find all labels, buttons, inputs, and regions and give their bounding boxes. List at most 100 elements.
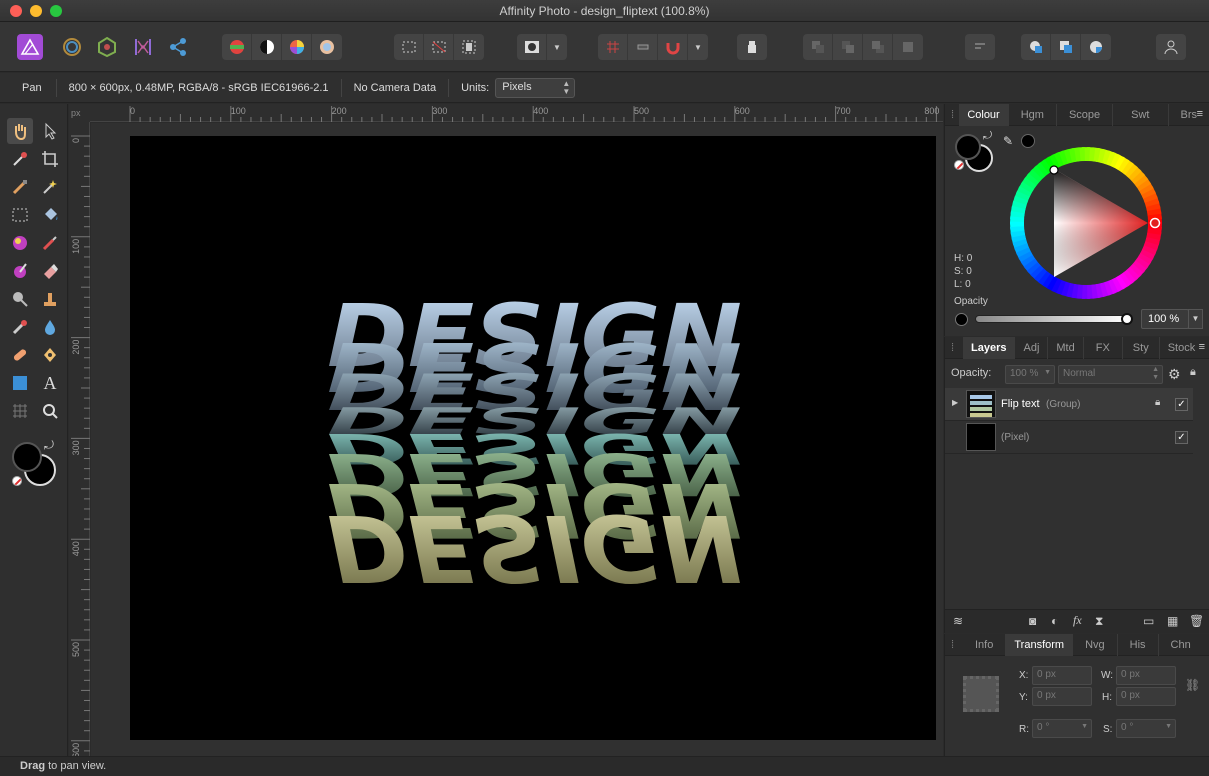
tone-mapping-persona-button[interactable] <box>129 33 157 61</box>
adjustment-layer-icon[interactable]: ◐ <box>1051 614 1058 628</box>
eraser-tool-icon[interactable] <box>37 258 63 284</box>
assistant-button[interactable] <box>737 34 767 60</box>
snapping-button[interactable] <box>658 34 688 60</box>
pan-tool-icon[interactable] <box>7 118 33 144</box>
white-balance-button[interactable] <box>312 34 342 60</box>
export-persona-button[interactable] <box>164 33 192 61</box>
move-forward-button[interactable] <box>863 34 893 60</box>
layer-settings-icon[interactable]: ⚙ <box>1168 366 1181 383</box>
color-wheel[interactable] <box>1008 145 1164 301</box>
primary-color-swatch[interactable] <box>12 442 42 472</box>
quick-mask-dropdown[interactable]: ▼ <box>547 34 567 60</box>
opacity-slider[interactable] <box>975 313 1133 325</box>
intersect-boolean-button[interactable] <box>1081 34 1111 60</box>
mesh-warp-tool-icon[interactable] <box>7 398 33 424</box>
add-pixel-layer-icon[interactable]: ▦ <box>1167 614 1178 628</box>
selection-brush-tool-icon[interactable] <box>7 174 33 200</box>
zoom-window-button[interactable] <box>50 5 62 17</box>
pen-tool-icon[interactable] <box>37 342 63 368</box>
tab-scope[interactable]: Scope <box>1057 103 1114 126</box>
panel-menu-icon[interactable]: ≡ <box>1197 108 1203 120</box>
layer-visibility-checkbox[interactable]: ✓ <box>1175 398 1188 411</box>
link-proportions-icon[interactable]: ⛓︎ <box>1185 678 1200 692</box>
guides-button[interactable] <box>628 34 658 60</box>
tab-navigator[interactable]: Nvg <box>1073 633 1118 656</box>
h-field[interactable]: 0 px <box>1116 687 1176 706</box>
move-tool-icon[interactable] <box>37 118 63 144</box>
y-field[interactable]: 0 px <box>1032 687 1092 706</box>
patch-tool-icon[interactable] <box>7 342 33 368</box>
swap-colors-icon[interactable]: ⤾ <box>983 130 992 143</box>
tab-effects[interactable]: FX <box>1084 336 1123 359</box>
blend-mode-select[interactable]: Normal ▲ ▼ <box>1058 365 1163 384</box>
no-color-icon[interactable] <box>12 476 22 486</box>
levels-button[interactable] <box>222 34 252 60</box>
opacity-dropdown[interactable]: ▼ <box>1188 309 1203 329</box>
layer-lock-icon[interactable]: 🔒︎ <box>1155 397 1160 408</box>
opacity-slider-handle[interactable] <box>1121 313 1133 325</box>
no-color-icon[interactable] <box>954 160 964 170</box>
w-field[interactable]: 0 px <box>1116 666 1176 685</box>
document-canvas[interactable]: DESIGN DESIGN DESIGN DESIGN DESIGN DESIGN DESI… <box>130 136 936 740</box>
layer-row-flip-text[interactable]: ▶ Flip text (Group) 🔒︎ ✓ <box>945 388 1193 421</box>
layer-visibility-checkbox[interactable]: ✓ <box>1175 431 1188 444</box>
swap-colors-icon[interactable]: ⤾ <box>44 438 54 453</box>
paint-brush-tool-icon[interactable] <box>37 230 63 256</box>
move-front-button[interactable] <box>893 34 923 60</box>
develop-persona-button[interactable] <box>93 33 121 61</box>
lock-icon[interactable]: 🔒︎ <box>1190 366 1196 379</box>
flood-select-tool-icon[interactable] <box>37 174 63 200</box>
quick-mask-button[interactable] <box>517 34 547 60</box>
horizontal-ruler[interactable]: 0 100 200 300 400 500 600 700 800 <box>90 104 943 122</box>
deselect-button[interactable] <box>424 34 454 60</box>
mask-layer-icon[interactable]: ◙ <box>1029 614 1036 628</box>
tab-stock[interactable]: Stock <box>1160 337 1204 359</box>
gradient-tool-icon[interactable] <box>7 230 33 256</box>
tab-info[interactable]: Info <box>963 633 1007 656</box>
clone-tool-icon[interactable] <box>37 286 63 312</box>
text-tool-icon[interactable]: A <box>37 370 63 396</box>
expand-arrow-icon[interactable]: ▶ <box>952 398 958 407</box>
contrast-button[interactable] <box>252 34 282 60</box>
vertical-ruler[interactable]: 0 100 200 300 400 500 600 <box>69 122 90 758</box>
delete-layer-icon[interactable]: 🗑︎ <box>1189 614 1204 628</box>
crop-tool-icon[interactable] <box>37 146 63 172</box>
layers-stack-icon[interactable]: ≋ <box>953 614 963 628</box>
tab-layers[interactable]: Layers <box>963 336 1016 359</box>
blur-tool-icon[interactable] <box>37 314 63 340</box>
fx-icon[interactable]: fx <box>1073 613 1082 628</box>
account-icon[interactable] <box>1156 34 1186 60</box>
close-window-button[interactable] <box>10 5 22 17</box>
color-picker-tool-icon[interactable] <box>7 146 33 172</box>
tab-swatches[interactable]: Swt <box>1113 103 1169 126</box>
invert-selection-button[interactable] <box>454 34 484 60</box>
add-boolean-button[interactable] <box>1021 34 1051 60</box>
layer-opacity-field[interactable]: 100 % ▼ <box>1005 365 1055 384</box>
dodge-tool-icon[interactable] <box>7 286 33 312</box>
colour-swatches[interactable]: ⤾ <box>954 130 995 174</box>
zoom-tool-icon[interactable] <box>37 398 63 424</box>
panel-menu-icon[interactable]: ≡ <box>1199 341 1205 353</box>
subtract-boolean-button[interactable] <box>1051 34 1081 60</box>
move-backward-button[interactable] <box>833 34 863 60</box>
layer-row-pixel[interactable]: (Pixel) ✓ <box>945 421 1193 454</box>
units-select[interactable]: Pixels ▲ ▼ <box>495 77 576 98</box>
minimize-window-button[interactable] <box>30 5 42 17</box>
move-back-button[interactable] <box>803 34 833 60</box>
snapping-dropdown[interactable]: ▼ <box>688 34 708 60</box>
tab-channels[interactable]: Chn <box>1159 634 1203 656</box>
primary-color-swatch[interactable] <box>955 134 981 160</box>
x-field[interactable]: 0 px <box>1032 666 1092 685</box>
rectangle-tool-icon[interactable] <box>7 370 33 396</box>
healing-tool-icon[interactable] <box>7 314 33 340</box>
fill-tool-icon[interactable] <box>37 202 63 228</box>
tab-transform[interactable]: Transform <box>1006 633 1074 656</box>
rotation-field[interactable]: 0 ° ▼ <box>1032 719 1092 738</box>
color-replacement-tool-icon[interactable] <box>7 258 33 284</box>
group-layers-icon[interactable]: ▭ <box>1143 614 1154 628</box>
color-swatches[interactable]: ⤾ <box>12 438 58 488</box>
live-filter-icon[interactable]: ⧗ <box>1095 614 1103 629</box>
hsl-button[interactable] <box>282 34 312 60</box>
tab-colour[interactable]: Colour <box>959 103 1009 126</box>
grid-button[interactable] <box>598 34 628 60</box>
